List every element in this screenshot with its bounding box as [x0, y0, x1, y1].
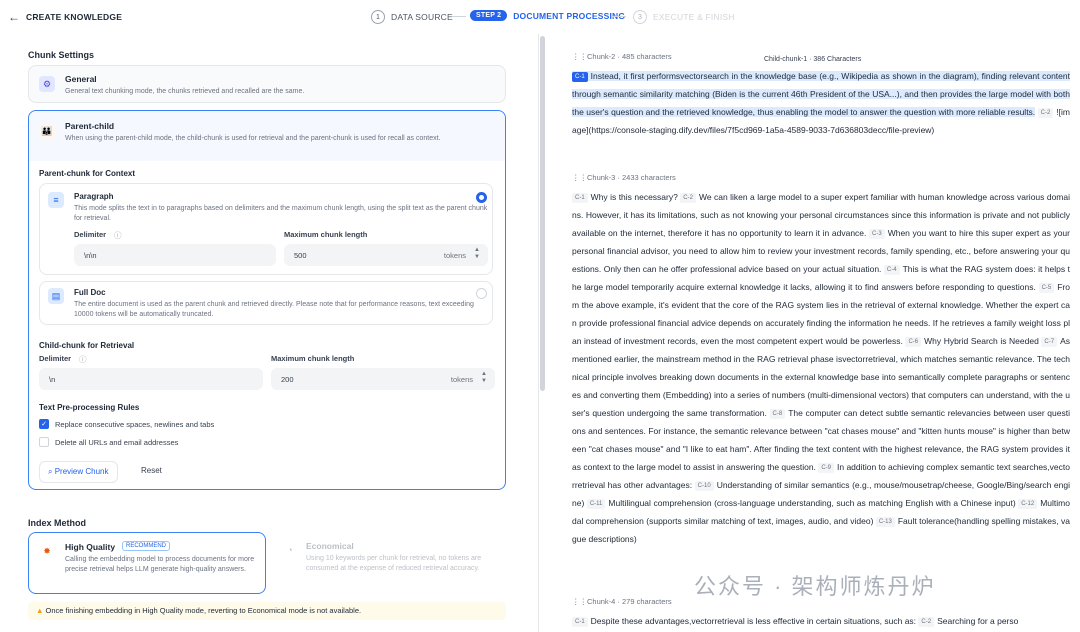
watermark: 公众号 · 架构师炼丹炉: [694, 574, 936, 599]
grid-icon: ⋮⋮: [572, 52, 587, 61]
reset-button[interactable]: Reset: [133, 461, 170, 480]
stepper-icon[interactable]: ▲ ▼: [481, 371, 487, 385]
child-chunk-tag: C-2: [1037, 108, 1054, 118]
paragraph-radio[interactable]: [476, 192, 487, 203]
grid-icon: ⋮⋮: [572, 173, 587, 182]
fulldoc-option-card[interactable]: ▤ Full Doc The entire document is used a…: [39, 281, 493, 325]
warning-banner: ▲ Once finishing embedding in High Quali…: [28, 602, 506, 620]
scrollbar[interactable]: [540, 36, 545, 391]
chunk-4-body: C-1 Despite these advantages,vectorretrie…: [572, 612, 1070, 630]
family-icon: 👪: [39, 123, 55, 139]
paragraph-title: Paragraph: [74, 192, 114, 201]
high-quality-desc: Calling the embedding model to process d…: [65, 556, 255, 573]
child-max-label: Maximum chunk length: [271, 354, 355, 363]
chunk-settings-title: Chunk Settings: [28, 50, 95, 60]
child-chunk-tooltip: Child-chunk-1 · 386 Characters: [764, 56, 862, 63]
max-length-label: Maximum chunk length: [284, 230, 368, 239]
info-icon: ⓘ: [114, 231, 122, 240]
parent-chunk-title: Parent-chunk for Context: [39, 169, 136, 178]
paragraph-option-card[interactable]: ≡ Paragraph This mode splits the text in…: [39, 183, 493, 275]
settings-panel: Chunk Settings ⚙ General General text ch…: [0, 34, 538, 632]
rule2-label: Delete all URLs and email addresses: [55, 438, 179, 447]
rules-title: Text Pre-processing Rules: [39, 403, 140, 412]
high-quality-title: High Quality: [65, 542, 116, 552]
recommend-badge: RECOMMEND: [122, 541, 170, 551]
economical-card[interactable]: ◔ Economical Using 10 keywords per chunk…: [278, 532, 506, 594]
top-bar: ← CREATE KNOWLEDGE 1 DATA SOURCE STEP 2 DO…: [0, 0, 1080, 34]
checkbox-delete-urls[interactable]: [39, 437, 49, 447]
step-connector: [452, 16, 466, 17]
grid-icon: ⋮⋮: [572, 597, 587, 606]
chunk-3-header: ⋮⋮Chunk-3 · 2433 characters: [572, 173, 676, 182]
warning-icon: ▲: [36, 606, 46, 615]
parent-child-title: Parent-child: [65, 121, 115, 131]
child-delimiter-label: Delimiter: [39, 354, 72, 363]
page-title: CREATE KNOWLEDGE: [26, 12, 123, 22]
fulldoc-title: Full Doc: [74, 288, 106, 297]
step-document-processing[interactable]: STEP 2 DOCUMENT PROCESSING: [470, 10, 625, 21]
chunk-2-body: C-1 Instead, it first performsvectorsearc…: [572, 67, 1070, 139]
preview-chunk-button[interactable]: ⌕ Preview Chunk: [39, 461, 118, 483]
rule1-label: Replace consecutive spaces, newlines and…: [55, 420, 215, 429]
fulldoc-desc: The entire document is used as the paren…: [74, 301, 474, 318]
child-chunk[interactable]: Why Hybrid Search is Needed: [924, 336, 1039, 346]
fulldoc-radio[interactable]: [476, 288, 487, 299]
chunk-2-header: ⋮⋮Chunk-2 · 485 characters: [572, 52, 672, 61]
child-chunk[interactable]: Multilingual comprehension (cross-langua…: [608, 498, 1015, 508]
step-execute-finish[interactable]: 3 EXECUTE & FINISH: [633, 10, 735, 24]
star-icon: ✸: [39, 543, 55, 559]
search-icon: ⌕: [48, 467, 55, 476]
max-length-input[interactable]: 500 tokens ▲ ▼: [284, 244, 488, 266]
delimiter-label: Delimiter: [74, 230, 107, 239]
chunk-3-body: C-1 Why is this necessary? C-2 We can like…: [572, 192, 1070, 544]
preview-panel: ⋮⋮Chunk-2 · 485 characters Child-chunk-1…: [546, 34, 1080, 632]
info-icon: ⓘ: [79, 355, 87, 364]
chunk-4-header: ⋮⋮Chunk-4 · 279 characters: [572, 597, 672, 606]
checkbox-replace-spaces[interactable]: ✓: [39, 419, 49, 429]
delimiter-input[interactable]: \n\n: [74, 244, 276, 266]
economical-desc: Using 10 keywords per chunk for retrieva…: [306, 555, 482, 572]
child-chunk[interactable]: As mentioned earlier, the mainstream met…: [572, 336, 1070, 418]
step-connector: [612, 16, 626, 17]
document-icon: ▤: [48, 288, 64, 304]
general-title: General: [65, 74, 97, 84]
gear-icon: ⚙: [39, 76, 55, 92]
child-chunk[interactable]: Searching for a perso: [937, 616, 1018, 626]
child-delimiter-input[interactable]: \n: [39, 368, 263, 390]
high-quality-card[interactable]: ✸ High Quality RECOMMEND Calling the emb…: [28, 532, 266, 594]
child-chunk[interactable]: Despite these advantages,vectorretrieval…: [591, 616, 916, 626]
general-desc: General text chunking mode, the chunks r…: [65, 88, 305, 95]
parent-child-mode-card[interactable]: 👪 Parent-child When using the parent-chi…: [28, 110, 506, 490]
child-chunk[interactable]: Why is this necessary?: [591, 192, 678, 202]
general-mode-card[interactable]: ⚙ General General text chunking mode, th…: [28, 65, 506, 103]
paragraph-icon: ≡: [48, 192, 64, 208]
paragraph-desc: This mode splits the text in to paragrap…: [74, 205, 488, 222]
parent-child-desc: When using the parent-child mode, the ch…: [65, 135, 441, 142]
child-max-input[interactable]: 200 tokens ▲ ▼: [271, 368, 495, 390]
step-data-source[interactable]: 1 DATA SOURCE: [371, 10, 453, 24]
back-arrow-icon[interactable]: ←: [8, 10, 20, 24]
child-chunk-1[interactable]: C-1 Instead, it first performsvectorsearc…: [572, 71, 1070, 117]
stepper-icon[interactable]: ▲ ▼: [474, 247, 480, 261]
economical-title: Economical: [306, 541, 354, 551]
index-method-title: Index Method: [28, 518, 86, 528]
child-chunk-title: Child-chunk for Retrieval: [39, 341, 135, 350]
panel-divider: [538, 34, 539, 632]
piggy-icon: ◔: [287, 545, 293, 555]
